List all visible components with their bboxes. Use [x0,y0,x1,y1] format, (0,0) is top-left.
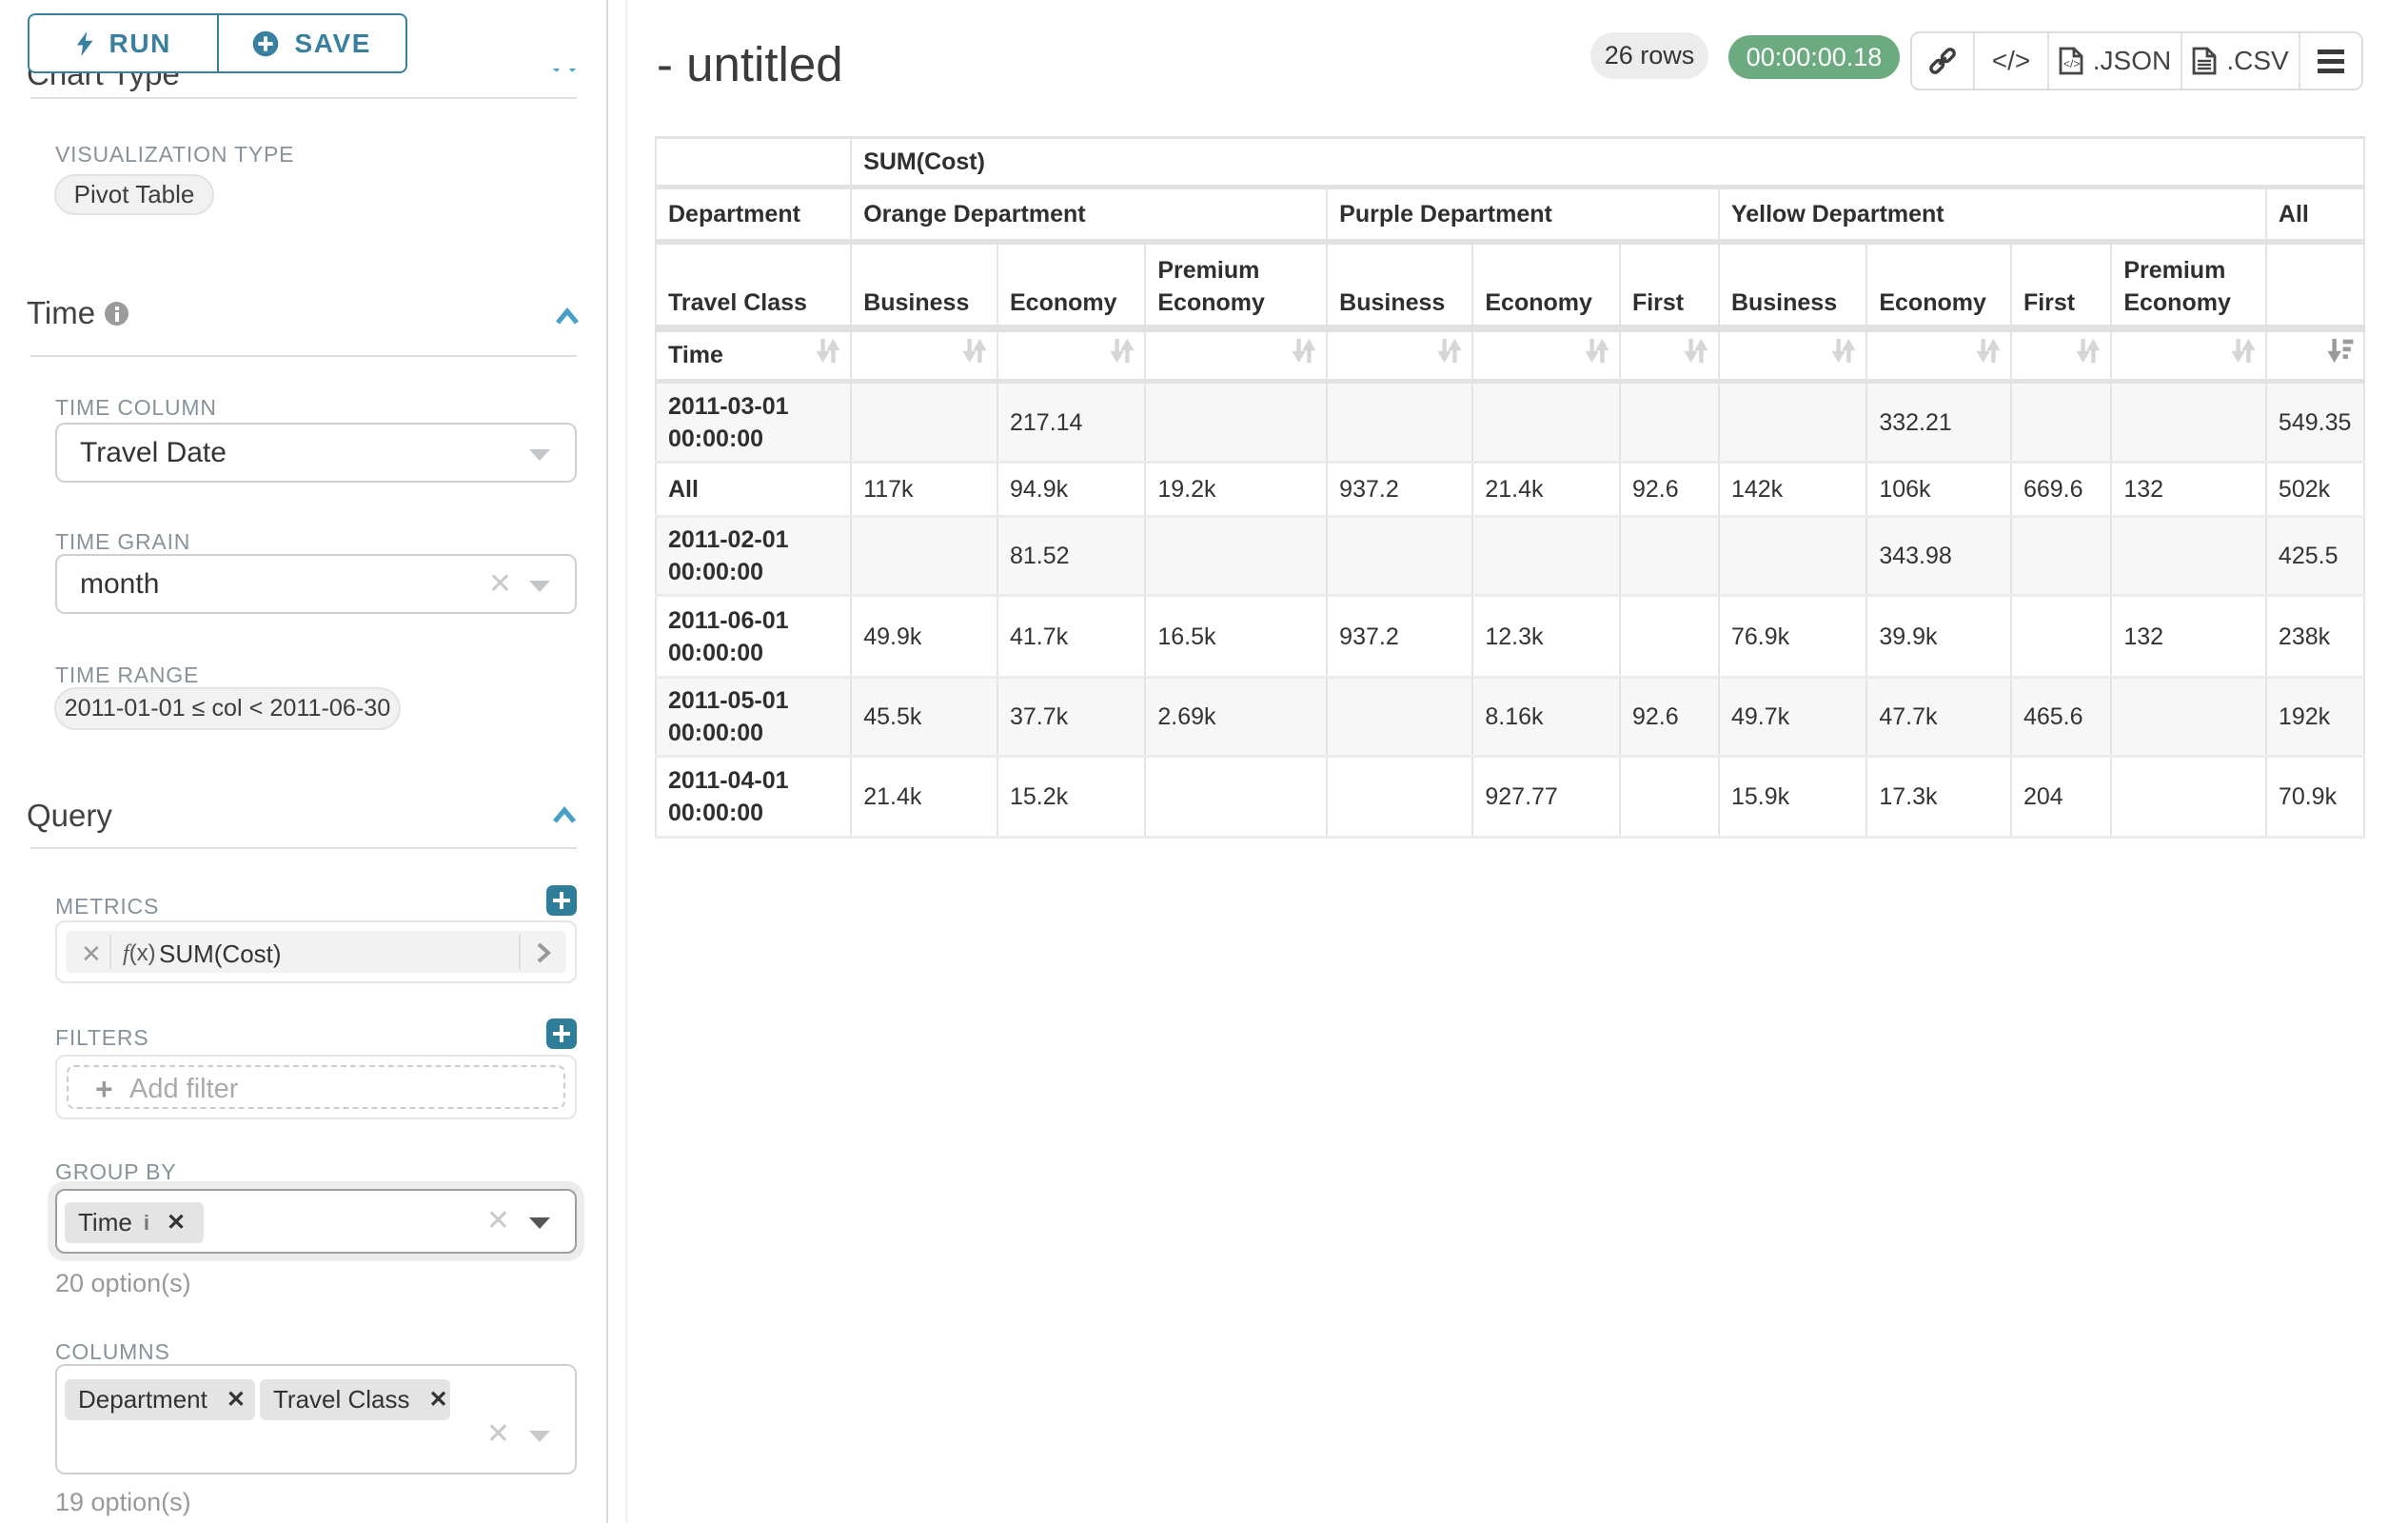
svg-text:</>: </> [2063,57,2080,70]
